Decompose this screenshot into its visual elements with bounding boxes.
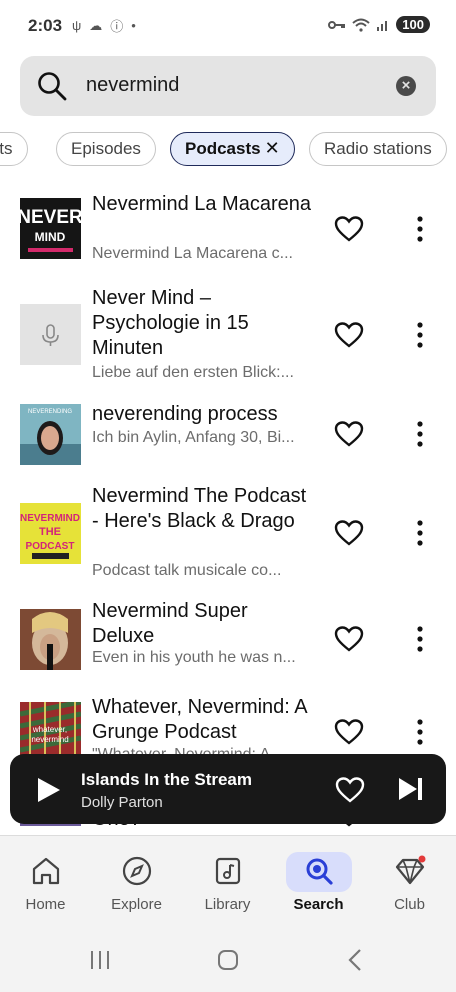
data-saver-icon: ☁: [89, 17, 103, 33]
now-playing-title: Islands In the Stream: [81, 770, 252, 789]
more-options-icon[interactable]: [412, 519, 428, 547]
list-item[interactable]: Never Mind – Psychologie in 15 Minuten L…: [0, 284, 456, 390]
filter-chips: ists Episodes Podcasts✕ Radio stations: [0, 132, 456, 168]
chip-label: Podcasts: [185, 139, 261, 158]
heart-icon[interactable]: [334, 321, 364, 349]
nav-label: Explore: [111, 896, 162, 913]
list-item[interactable]: Nevermind Super Deluxe Even in his youth…: [0, 600, 456, 682]
nav-label: Search: [293, 896, 344, 913]
clear-search-button[interactable]: ×: [396, 76, 416, 96]
skip-next-icon[interactable]: [396, 775, 424, 803]
result-title: Whatever, Nevermind: A Grunge Podcast: [92, 696, 307, 743]
cover-image: NEVERMIND THE PODCAST: [20, 503, 81, 564]
nav-club[interactable]: Club: [364, 836, 455, 928]
key-icon: [328, 20, 346, 29]
more-options-icon[interactable]: [412, 321, 428, 349]
back-icon[interactable]: [346, 948, 364, 972]
info-icon: ⓘ: [110, 19, 124, 34]
cover-image: NEVER MIND: [20, 198, 81, 259]
status-time: 2:03: [28, 16, 63, 35]
nevermind-la-macarena-cover: NEVER MIND: [20, 198, 81, 259]
chip-podcasts[interactable]: Podcasts ✕: [170, 132, 295, 166]
nav-home[interactable]: Home: [0, 836, 91, 928]
nevermind-the-podcast-cover: NEVERMIND THE PODCAST: [20, 503, 81, 564]
svg-text:PODCAST: PODCAST: [26, 541, 75, 552]
compass-icon: [122, 856, 151, 886]
nevermind-super-deluxe-cover: [20, 609, 81, 670]
neverending-process-cover: NEVERENDING: [20, 404, 81, 465]
recents-icon[interactable]: [88, 949, 112, 971]
chip-close-icon[interactable]: ✕: [265, 138, 280, 158]
nav-explore[interactable]: Explore: [91, 836, 182, 928]
now-playing-artist: Dolly Parton: [81, 794, 163, 811]
chip-label: Episodes: [71, 139, 141, 158]
heart-icon[interactable]: [334, 420, 364, 448]
more-options-icon[interactable]: [412, 718, 428, 746]
search-icon: [306, 858, 333, 885]
result-description: Liebe auf den ersten Blick:...: [92, 364, 294, 381]
microphone-placeholder-icon: [20, 304, 81, 365]
list-item[interactable]: NEVERMIND THE PODCAST Nevermind The Podc…: [0, 484, 456, 588]
chip-episodes[interactable]: Episodes: [56, 132, 156, 166]
mini-player[interactable]: Islands In the Stream Dolly Parton: [10, 754, 446, 824]
heart-icon[interactable]: [335, 776, 365, 804]
dot-icon: •: [131, 18, 136, 33]
heart-icon[interactable]: [334, 519, 364, 547]
status-bar: 2:03 ψ ☁ ⓘ • 100: [0, 0, 456, 50]
result-title: Nevermind La Macarena: [92, 193, 311, 215]
result-description: Even in his youth he was n...: [92, 649, 296, 666]
result-description: Podcast talk musicale co...: [92, 562, 282, 579]
nav-label: Home: [25, 896, 66, 913]
svg-text:NEVERENDING: NEVERENDING: [28, 409, 72, 415]
library-icon: [215, 857, 240, 885]
more-options-icon[interactable]: [412, 215, 428, 243]
signal-icon: [377, 20, 388, 31]
svg-text:NEVERMIND: NEVERMIND: [20, 513, 80, 524]
play-icon[interactable]: [34, 776, 62, 804]
svg-text:nevermind: nevermind: [31, 735, 68, 744]
search-bar[interactable]: nevermind ×: [20, 56, 436, 116]
heart-icon[interactable]: [334, 625, 364, 653]
cover-image: [20, 304, 81, 365]
svg-text:NEVER: NEVER: [20, 207, 81, 228]
result-title: Nevermind Super Deluxe: [92, 600, 248, 647]
result-description: Ich bin Aylin, Anfang 30, Bi...: [92, 429, 295, 446]
diamond-icon: [395, 855, 425, 885]
more-options-icon[interactable]: [412, 420, 428, 448]
heart-icon[interactable]: [334, 718, 364, 746]
search-input[interactable]: nevermind: [86, 74, 179, 97]
chip-label: ists: [0, 139, 13, 158]
result-title: neverending process: [92, 403, 278, 425]
result-title: Never Mind – Psychologie in 15 Minuten: [92, 287, 249, 359]
list-item[interactable]: whatever, nevermind Whatever, Nevermind:…: [0, 694, 456, 763]
list-item[interactable]: NEVERENDING neverending process Ich bin …: [0, 402, 456, 474]
home-icon: [32, 857, 59, 885]
result-description: Nevermind La Macarena c...: [92, 245, 293, 262]
more-options-icon[interactable]: [412, 625, 428, 653]
status-icons-left: ψ ☁ ⓘ •: [72, 16, 136, 35]
chip-radio-stations[interactable]: Radio stations: [309, 132, 447, 166]
status-icons-right: 100: [328, 16, 430, 33]
heart-icon[interactable]: [334, 215, 364, 243]
chip-artists[interactable]: ists: [0, 132, 28, 166]
svg-text:THE: THE: [39, 526, 61, 538]
home-button-icon[interactable]: [216, 948, 240, 972]
list-item[interactable]: NEVER MIND Nevermind La Macarena Nevermi…: [0, 193, 456, 284]
result-title: Nevermind The Podcast - Here's Black & D…: [92, 485, 307, 532]
nav-label: Library: [204, 896, 251, 913]
nav-library[interactable]: Library: [182, 836, 273, 928]
chip-label: Radio stations: [324, 139, 432, 158]
bottom-navigation: Home Explore Library Search Club: [0, 835, 456, 927]
nav-label: Club: [394, 896, 425, 913]
svg-text:whatever,: whatever,: [32, 725, 67, 734]
system-navigation-bar: [0, 927, 456, 992]
wifi-icon: [352, 18, 370, 32]
search-icon: [38, 72, 67, 101]
svg-text:MIND: MIND: [35, 230, 66, 244]
cover-image: NEVERENDING: [20, 404, 81, 465]
nav-search[interactable]: Search: [273, 836, 364, 928]
cover-image: [20, 609, 81, 670]
usb-icon: ψ: [72, 18, 82, 33]
battery-indicator: 100: [396, 16, 430, 33]
